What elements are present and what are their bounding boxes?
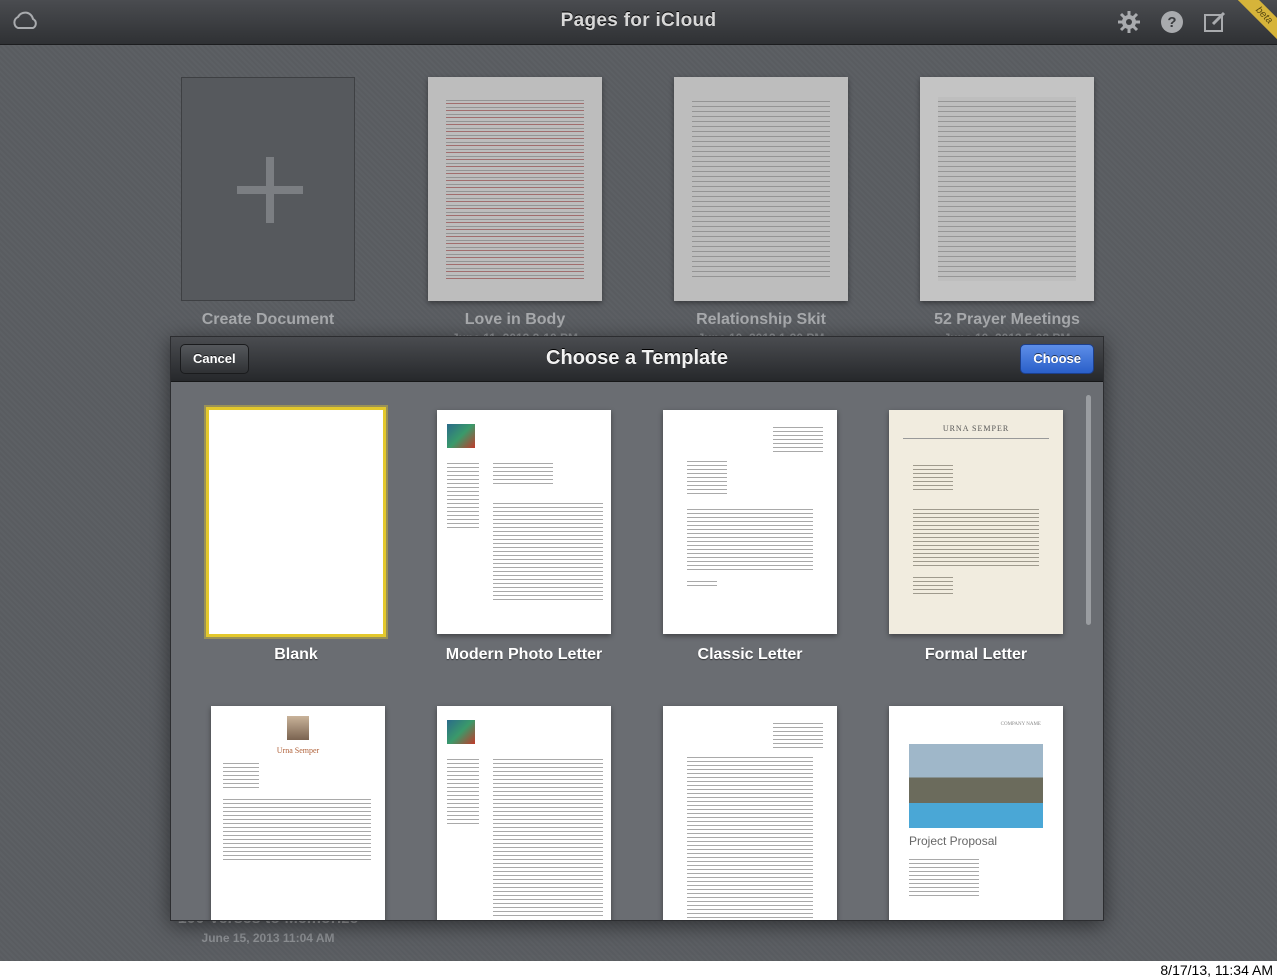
beta-badge: beta: [1238, 0, 1277, 40]
formal-letter-heading: URNA SEMPER: [942, 424, 1010, 433]
system-clock: 8/17/13, 11:34 AM: [1160, 962, 1273, 978]
portrait-thumbnail: [287, 716, 309, 740]
compose-icon[interactable]: [1203, 10, 1227, 34]
document-name: Create Document: [201, 311, 335, 328]
document-thumbnail[interactable]: [674, 77, 848, 301]
scrollbar[interactable]: [1086, 395, 1091, 625]
choose-button[interactable]: Choose: [1020, 344, 1094, 374]
sheet-title: Choose a Template: [546, 347, 728, 369]
template-label: Blank: [274, 646, 318, 663]
house-photo: [909, 744, 1043, 828]
photo-thumbnail: [447, 720, 475, 744]
template-blank[interactable]: [206, 407, 386, 637]
svg-text:?: ?: [1167, 14, 1176, 31]
template-photo-letter[interactable]: Urna Semper: [211, 706, 385, 920]
document-thumbnail[interactable]: [920, 77, 1094, 301]
help-icon[interactable]: ?: [1160, 10, 1184, 34]
photo-letter-name: Urna Semper: [276, 746, 320, 755]
template-label: Modern Photo Letter: [445, 646, 603, 663]
app-title: Pages for iCloud: [560, 10, 717, 31]
template-project-proposal[interactable]: COMPANY NAME Project Proposal: [889, 706, 1063, 920]
document-thumbnail[interactable]: [428, 77, 602, 301]
create-document-button[interactable]: [181, 77, 355, 301]
system-status-bar: 8/17/13, 11:34 AM: [0, 961, 1277, 979]
template-modern-photo-letter[interactable]: [437, 410, 611, 634]
template-label: Formal Letter: [924, 646, 1028, 663]
template-formal-letter[interactable]: URNA SEMPER: [889, 410, 1063, 634]
document-date: June 15, 2013 11:04 AM: [201, 931, 335, 945]
template-classic-letter[interactable]: [663, 410, 837, 634]
proposal-title: Project Proposal: [909, 834, 998, 848]
sheet-header: Cancel Choose a Template Choose: [171, 337, 1103, 382]
document-name: Love in Body: [464, 311, 566, 328]
gear-icon[interactable]: [1117, 10, 1141, 34]
template-label: Classic Letter: [697, 646, 803, 663]
template-resume[interactable]: [437, 706, 611, 920]
proposal-company: COMPANY NAME: [1000, 722, 1041, 727]
beta-ribbon: beta: [1238, 0, 1277, 40]
template-chooser-sheet: Cancel Choose a Template Choose URNA SEM…: [170, 336, 1104, 921]
document-name: 52 Prayer Meetings: [934, 311, 1080, 328]
photo-thumbnail: [447, 424, 475, 448]
top-bar: Pages for iCloud ? beta: [0, 0, 1277, 45]
document-name: Relationship Skit: [696, 311, 826, 328]
template-classic-resume[interactable]: [663, 706, 837, 920]
app-screen: Pages for iCloud ? beta Create Document …: [0, 0, 1277, 961]
